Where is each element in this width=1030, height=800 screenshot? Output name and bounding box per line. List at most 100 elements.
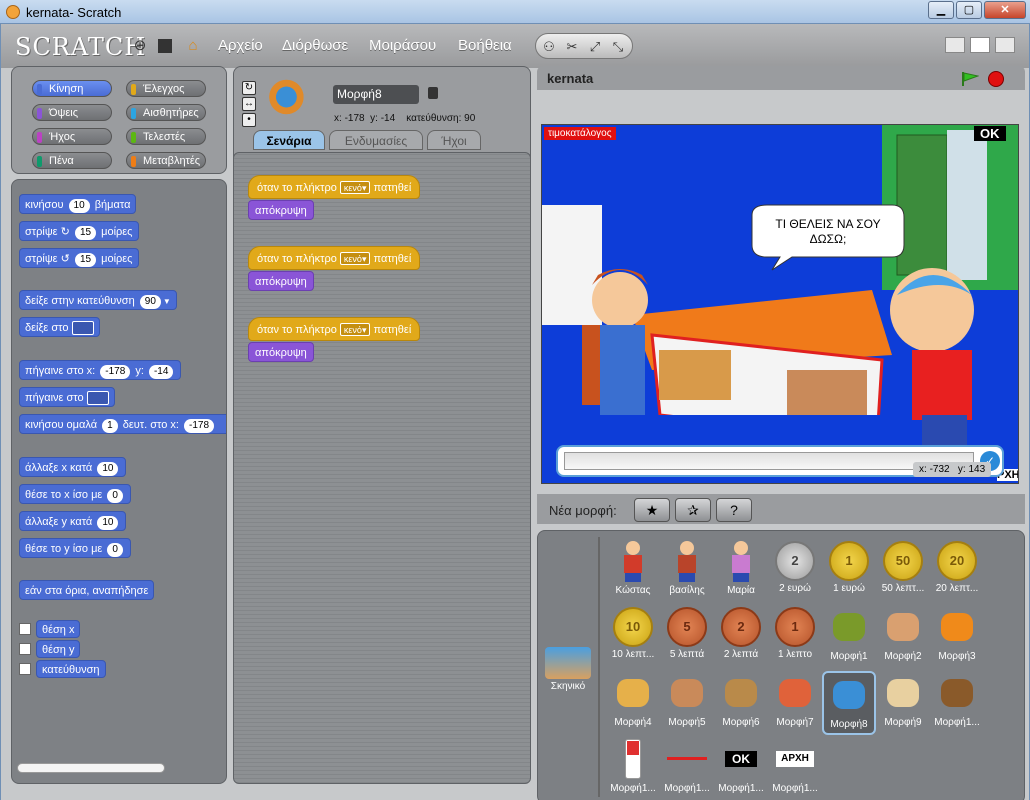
menu-file[interactable]: Αρχείο xyxy=(218,37,263,54)
sprite-tile[interactable]: Μορφή1... xyxy=(930,671,984,735)
turn-left-block[interactable]: στρίψε ↺ 15 μοίρες xyxy=(19,248,139,268)
sprite-tile[interactable]: Μορφή9 xyxy=(876,671,930,735)
set-x-block[interactable]: θέσε το x ίσο με 0 xyxy=(19,484,131,504)
key-dropdown[interactable]: κενό▾ xyxy=(339,323,371,336)
tab-scripts[interactable]: Σενάρια xyxy=(253,130,325,150)
presentation-mode-icon[interactable] xyxy=(995,37,1015,53)
menu-edit[interactable]: Διόρθωσε xyxy=(282,37,348,54)
category-motion[interactable]: Κίνηση xyxy=(32,80,112,97)
goto-dropdown[interactable] xyxy=(86,391,109,406)
point-direction-block[interactable]: δείξε στην κατεύθυνση 90 ▼ xyxy=(19,290,177,310)
sprite-tile[interactable]: 5 5 λεπτά xyxy=(660,605,714,669)
delete-tool-icon[interactable]: ✂ xyxy=(563,38,581,55)
sprite-tile[interactable]: 2 2 ευρώ xyxy=(768,539,822,603)
bounce-block[interactable]: εάν στα όρια, αναπήδησε xyxy=(19,580,155,600)
key-dropdown[interactable]: κενό▾ xyxy=(339,181,371,194)
category-sound[interactable]: Ήχος xyxy=(32,128,112,145)
green-flag-icon[interactable] xyxy=(961,72,980,86)
key-dropdown[interactable]: κενό▾ xyxy=(339,252,371,265)
when-key-pressed-block[interactable]: όταν το πλήκτρο κενό▾ πατηθεί xyxy=(248,246,421,270)
category-pen[interactable]: Πένα xyxy=(32,152,112,169)
sprite-tile[interactable]: 50 50 λεπτ... xyxy=(876,539,930,603)
random-sprite-icon[interactable]: ? xyxy=(716,498,752,522)
sprite-tile[interactable]: Μορφή6 xyxy=(714,671,768,735)
move-steps-block[interactable]: κινήσου 10 βήματα xyxy=(19,194,137,214)
stage[interactable]: τιμοκατάλογος OK ΤΙ ΘΕΛΕΙΣ ΝΑ ΣΟΥ ΔΩΣΩ; … xyxy=(541,124,1019,484)
hide-block[interactable]: απόκρυψη xyxy=(248,200,314,220)
menu-help[interactable]: Βοήθεια xyxy=(458,37,512,54)
sprite-name-field[interactable]: Μορφή8 xyxy=(333,85,419,104)
sprite-tile[interactable]: Κώστας xyxy=(606,539,660,603)
category-variables[interactable]: Μεταβλητές xyxy=(126,152,206,169)
xpos-reporter[interactable]: θέση x xyxy=(36,620,81,638)
menu-share[interactable]: Μοιράσου xyxy=(369,37,436,54)
goto-block[interactable]: πήγαινε στο xyxy=(19,387,115,407)
sprite-tile[interactable]: Μαρία xyxy=(714,539,768,603)
tab-sounds[interactable]: Ήχοι xyxy=(427,130,481,150)
sprite-tile[interactable]: 1 1 ευρώ xyxy=(822,539,876,603)
sprite-tile[interactable]: OK Μορφή1... xyxy=(714,737,768,800)
hide-block[interactable]: απόκρυψη xyxy=(248,271,314,291)
close-button[interactable]: ✕ xyxy=(984,1,1026,19)
category-looks[interactable]: Όψεις xyxy=(32,104,112,121)
when-key-pressed-block[interactable]: όταν το πλήκτρο κενό▾ πατηθεί xyxy=(248,317,421,341)
sprite-tile[interactable]: Μορφή5 xyxy=(660,671,714,735)
goto-xy-block[interactable]: πήγαινε στο x: -178 y: -14 xyxy=(19,360,182,380)
sprite-tile[interactable]: Μορφή3 xyxy=(930,605,984,669)
palette-scrollbar[interactable] xyxy=(17,763,165,773)
sprite-tile[interactable]: Μορφή1... xyxy=(606,737,660,800)
ypos-reporter[interactable]: θέση y xyxy=(36,640,81,658)
sprite-tile[interactable]: Μορφή1 xyxy=(822,605,876,669)
flip-style-icon[interactable]: ↔ xyxy=(242,97,256,111)
save-icon[interactable] xyxy=(158,39,172,53)
stage-ok-button[interactable]: OK xyxy=(974,126,1006,141)
rotate-style-icon[interactable]: ↻ xyxy=(242,81,256,95)
lock-icon[interactable] xyxy=(428,87,438,99)
sprite-tile[interactable]: Μορφή7 xyxy=(768,671,822,735)
sprite-label: Μορφή4 xyxy=(614,717,652,728)
ypos-checkbox[interactable] xyxy=(19,643,31,655)
paint-sprite-icon[interactable]: ★ xyxy=(634,498,670,522)
sprite-tile[interactable]: Μορφή2 xyxy=(876,605,930,669)
globe-icon[interactable]: ⊕ xyxy=(131,38,149,54)
turn-right-block[interactable]: στρίψε ↻ 15 μοίρες xyxy=(19,221,139,241)
direction-checkbox[interactable] xyxy=(19,663,31,675)
point-towards-dropdown[interactable] xyxy=(71,321,94,336)
normal-stage-mode-icon[interactable] xyxy=(970,37,990,53)
glide-block[interactable]: κινήσου ομαλά 1 δευτ. στο x: -178 xyxy=(19,414,226,434)
stop-sign-icon[interactable] xyxy=(988,71,1004,87)
xpos-checkbox[interactable] xyxy=(19,623,31,635)
sprite-tile[interactable]: Μορφή4 xyxy=(606,671,660,735)
direction-reporter[interactable]: κατεύθυνση xyxy=(36,660,106,678)
category-control[interactable]: Έλεγχος xyxy=(126,80,206,97)
sprite-tile[interactable]: 1 1 λεπτο xyxy=(768,605,822,669)
hide-block[interactable]: απόκρυψη xyxy=(248,342,314,362)
no-rotate-icon[interactable]: • xyxy=(242,113,256,127)
share-icon[interactable]: ⌂ xyxy=(184,38,202,54)
tab-costumes[interactable]: Ενδυμασίες xyxy=(329,130,423,150)
sprite-tile[interactable]: 2 2 λεπτά xyxy=(714,605,768,669)
small-stage-mode-icon[interactable] xyxy=(945,37,965,53)
sprite-tile[interactable]: βασίλης xyxy=(660,539,714,603)
grow-tool-icon[interactable]: ⤢ xyxy=(586,38,604,55)
when-key-pressed-block[interactable]: όταν το πλήκτρο κενό▾ πατηθεί xyxy=(248,175,421,199)
sprite-tile[interactable]: Μορφή8 xyxy=(822,671,876,735)
sprite-tile[interactable]: 10 10 λεπτ... xyxy=(606,605,660,669)
category-operators[interactable]: Τελεστές xyxy=(126,128,206,145)
change-x-block[interactable]: άλλαξε x κατά 10 xyxy=(19,457,127,477)
maximize-button[interactable]: ▢ xyxy=(956,1,982,19)
minimize-button[interactable]: ▁ xyxy=(928,1,954,19)
stage-thumbnail[interactable]: Σκηνικό xyxy=(541,641,595,705)
shrink-tool-icon[interactable]: ⤡ xyxy=(609,38,627,55)
point-towards-block[interactable]: δείξε στο xyxy=(19,317,100,337)
scripts-area[interactable]: όταν το πλήκτρο κενό▾ πατηθεί απόκρυψη ό… xyxy=(233,152,531,784)
category-sensing[interactable]: Αισθητήρες xyxy=(126,104,206,121)
duplicate-tool-icon[interactable]: ⚇ xyxy=(540,38,558,55)
sprite-tile[interactable]: Μορφή1... xyxy=(660,737,714,800)
set-y-block[interactable]: θέσε το y ίσο με 0 xyxy=(19,538,131,558)
change-y-block[interactable]: άλλαξε y κατά 10 xyxy=(19,511,127,531)
price-list-label[interactable]: τιμοκατάλογος xyxy=(544,127,616,140)
sprite-tile[interactable]: 20 20 λεπτ... xyxy=(930,539,984,603)
choose-sprite-icon[interactable]: ✰ xyxy=(675,498,711,522)
sprite-tile[interactable]: ΑΡΧΗ Μορφή1... xyxy=(768,737,822,800)
